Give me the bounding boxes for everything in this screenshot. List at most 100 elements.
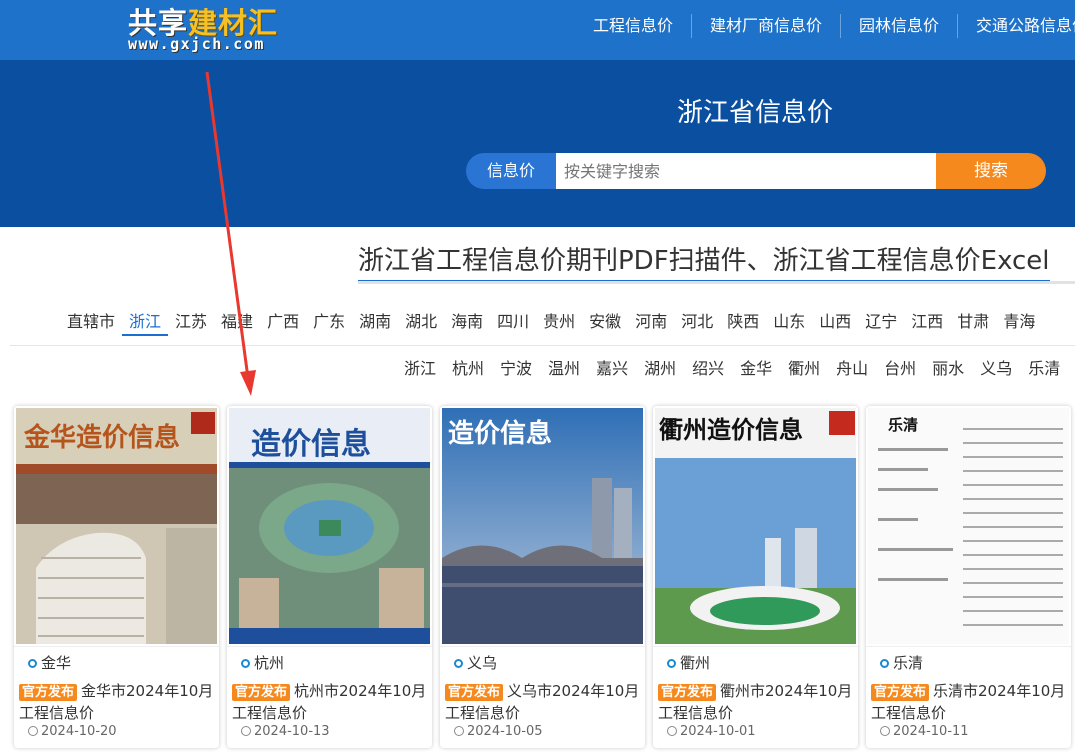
location-dot-icon: [454, 659, 463, 668]
card-date-text: 2024-10-05: [467, 724, 543, 739]
province-tab[interactable]: 湖南: [352, 310, 398, 336]
search-input[interactable]: [556, 153, 936, 189]
publication-card[interactable]: 衢州造价信息 衢州 官方发布 衢州市2024年10月工程信息价 2024-10-0…: [653, 406, 858, 748]
page-title: 浙江省信息价: [676, 98, 833, 128]
card-city-label: 金华: [41, 654, 72, 672]
clock-icon: [241, 726, 251, 736]
card-date: 2024-10-05: [454, 724, 543, 739]
clock-icon: [454, 726, 464, 736]
card-date: 2024-10-01: [667, 724, 756, 739]
card-title[interactable]: 官方发布 乐清市2024年10月工程信息价: [871, 681, 1069, 724]
province-tab[interactable]: 河南: [628, 310, 674, 336]
card-city[interactable]: 金华: [28, 652, 71, 673]
city-tab[interactable]: 绍兴: [684, 357, 732, 381]
publication-card[interactable]: 造价信息 杭州 官方发布 杭州市2024年10月工程信息价 2024-10-13: [227, 406, 432, 748]
province-tab[interactable]: 海南: [444, 310, 490, 336]
province-tab[interactable]: 辽宁: [858, 310, 904, 336]
card-title[interactable]: 官方发布 衢州市2024年10月工程信息价: [658, 681, 856, 724]
search-button[interactable]: 搜索: [936, 153, 1046, 189]
province-tab[interactable]: 陕西: [720, 310, 766, 336]
nav-engineering-price[interactable]: 工程信息价: [575, 14, 691, 38]
search-bar: 信息价 搜索: [466, 153, 1046, 189]
search-category-select[interactable]: 信息价: [466, 153, 556, 189]
city-tab[interactable]: 义乌: [972, 357, 1020, 381]
city-tab[interactable]: 金华: [732, 357, 780, 381]
province-tab[interactable]: 福建: [214, 310, 260, 336]
province-tab[interactable]: 江西: [904, 310, 950, 336]
cover-title: 乐清: [888, 416, 918, 434]
top-bar: 共享建材汇 www.gxjch.com 工程信息价 建材厂商信息价 园林信息价 …: [0, 0, 1075, 60]
card-date-text: 2024-10-11: [893, 724, 969, 739]
nav-manufacturer-price[interactable]: 建材厂商信息价: [691, 14, 840, 38]
province-tab[interactable]: 江苏: [168, 310, 214, 336]
city-tab[interactable]: 乐清: [1020, 357, 1068, 381]
official-badge: 官方发布: [232, 684, 291, 701]
official-badge: 官方发布: [871, 684, 930, 701]
hero-banner: 浙江省信息价 信息价 搜索: [0, 60, 1075, 227]
cover-image[interactable]: 造价信息: [442, 408, 643, 644]
city-tabs: 浙江 杭州 宁波 温州 嘉兴 湖州 绍兴 金华 衢州 舟山 台州 丽水 义乌 乐…: [396, 357, 1068, 381]
clock-icon: [667, 726, 677, 736]
city-tab[interactable]: 丽水: [924, 357, 972, 381]
city-tab[interactable]: 舟山: [828, 357, 876, 381]
nav-garden-price[interactable]: 园林信息价: [840, 14, 957, 38]
cover-image[interactable]: 金华造价信息: [16, 408, 217, 644]
publication-card[interactable]: 金华造价信息 金华 官方发布 金华市2024年10月工程信息价 2024-10-2…: [14, 406, 219, 748]
province-tab[interactable]: 青海: [996, 310, 1042, 336]
province-tab[interactable]: 甘肃: [950, 310, 996, 336]
province-tab[interactable]: 贵州: [536, 310, 582, 336]
card-title[interactable]: 官方发布 杭州市2024年10月工程信息价: [232, 681, 430, 724]
card-city-label: 杭州: [254, 654, 285, 672]
city-tab[interactable]: 湖州: [636, 357, 684, 381]
province-tab[interactable]: 安徽: [582, 310, 628, 336]
province-tab[interactable]: 山西: [812, 310, 858, 336]
card-city[interactable]: 杭州: [241, 652, 284, 673]
city-tab[interactable]: 台州: [876, 357, 924, 381]
cover-image[interactable]: 造价信息: [229, 408, 430, 644]
card-city[interactable]: 衢州: [667, 652, 710, 673]
nav-highway-price[interactable]: 交通公路信息价: [957, 14, 1075, 38]
card-city[interactable]: 乐清: [880, 652, 923, 673]
cover-title: 造价信息: [251, 427, 371, 462]
province-tab[interactable]: 广东: [306, 310, 352, 336]
city-tab[interactable]: 浙江: [396, 357, 444, 381]
province-tab[interactable]: 广西: [260, 310, 306, 336]
card-city-label: 衢州: [680, 654, 711, 672]
location-dot-icon: [241, 659, 250, 668]
card-separator: [866, 646, 1071, 647]
card-title[interactable]: 官方发布 金华市2024年10月工程信息价: [19, 681, 217, 724]
publication-card[interactable]: 乐清 乐清 官方发布 乐清市2024年10月工程信息价 2024-10-11: [866, 406, 1071, 748]
card-separator: [227, 646, 432, 647]
city-tab[interactable]: 温州: [540, 357, 588, 381]
clock-icon: [880, 726, 890, 736]
province-tab[interactable]: 河北: [674, 310, 720, 336]
city-tab[interactable]: 衢州: [780, 357, 828, 381]
province-tab[interactable]: 湖北: [398, 310, 444, 336]
card-title[interactable]: 官方发布 义乌市2024年10月工程信息价: [445, 681, 643, 724]
cover-image[interactable]: 乐清: [868, 408, 1069, 644]
official-badge: 官方发布: [658, 684, 717, 701]
location-dot-icon: [667, 659, 676, 668]
publication-card[interactable]: 造价信息 义乌 官方发布 义乌市2024年10月工程信息价 2024-10-05: [440, 406, 645, 748]
cover-title: 衢州造价信息: [659, 415, 803, 444]
card-separator: [14, 646, 219, 647]
province-tab[interactable]: 直辖市: [60, 310, 122, 336]
card-date-text: 2024-10-01: [680, 724, 756, 739]
card-separator: [440, 646, 645, 647]
card-date-text: 2024-10-13: [254, 724, 330, 739]
card-city[interactable]: 义乌: [454, 652, 497, 673]
location-dot-icon: [880, 659, 889, 668]
cover-image[interactable]: 衢州造价信息: [655, 408, 856, 644]
province-tab[interactable]: 四川: [490, 310, 536, 336]
top-nav: 工程信息价 建材厂商信息价 园林信息价 交通公路信息价: [575, 14, 1075, 38]
card-date: 2024-10-20: [28, 724, 117, 739]
city-tab[interactable]: 嘉兴: [588, 357, 636, 381]
city-tab[interactable]: 宁波: [492, 357, 540, 381]
province-tab[interactable]: 山东: [766, 310, 812, 336]
card-city-label: 义乌: [467, 654, 498, 672]
card-date-text: 2024-10-20: [41, 724, 117, 739]
card-city-label: 乐清: [893, 654, 924, 672]
city-tab[interactable]: 杭州: [444, 357, 492, 381]
card-separator: [653, 646, 858, 647]
province-tab-active[interactable]: 浙江: [122, 310, 169, 336]
